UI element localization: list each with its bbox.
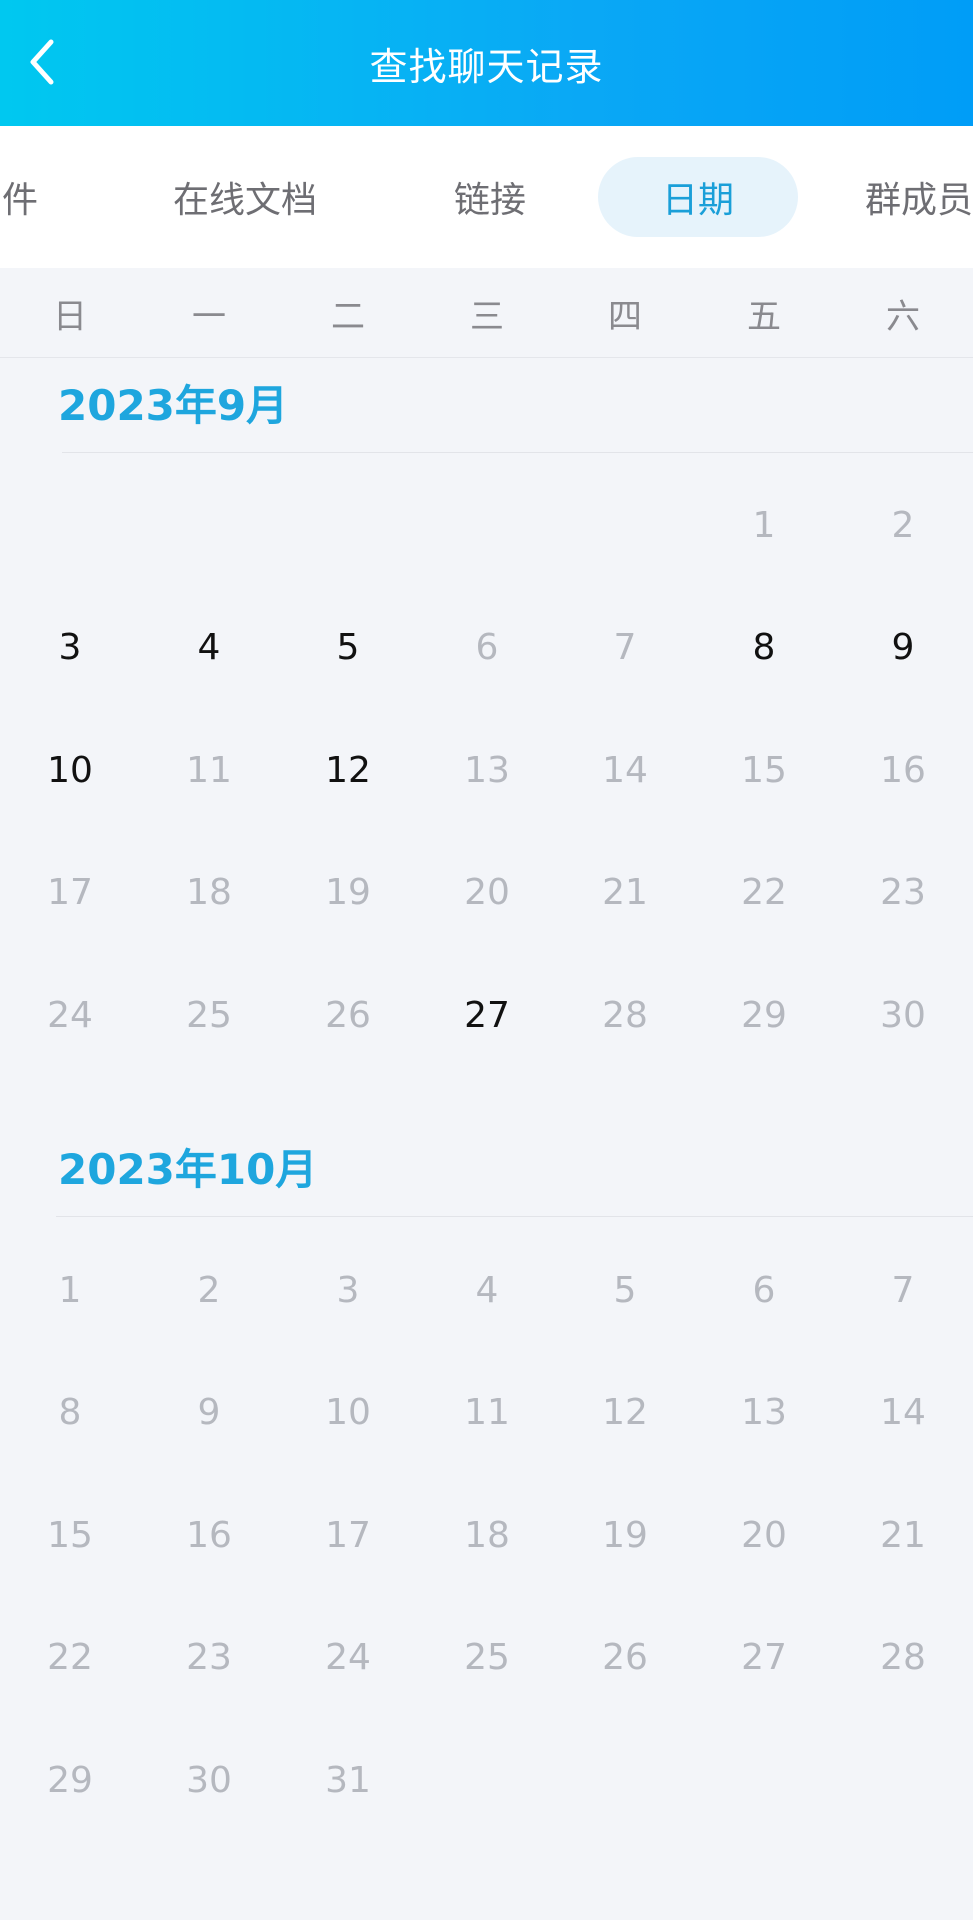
calendar-day: 21 [602,872,648,913]
calendar-day[interactable]: 4 [154,608,264,688]
calendar-day: 25 [464,1637,510,1678]
calendar-day: 8 [58,1392,82,1433]
calendar-day: 23 [880,872,926,913]
weekday-header: 日一二三四五六 [0,268,973,358]
page-title: 查找聊天记录 [369,44,604,89]
calendar-day: 1 [752,504,776,546]
calendar-day: 1 [58,1269,82,1311]
calendar-day: 22 [47,1637,93,1678]
calendar-day: 26 [325,994,371,1036]
calendar-day[interactable]: 3 [15,608,125,688]
weekday-label: 六 [886,296,920,337]
calendar-day: 21 [880,1514,926,1556]
calendar-day: 24 [325,1637,371,1678]
calendar-day: 22 [741,872,787,913]
calendar-day: 17 [47,872,93,913]
calendar-day: 18 [186,872,232,913]
calendar-day: 3 [336,1269,360,1311]
chat-history-date-page: 查找聊天记录 件 在线文档 链接 日期 群成员 日 一 二 三 四 五 六 2023年9月 1… [0,0,973,1920]
weekday-label: 四 [608,296,642,337]
calendar-day: 29 [741,994,787,1036]
calendar-day: 17 [325,1514,371,1556]
header-bar: 查找聊天记录 [0,0,973,126]
weekday-label: 二 [331,296,365,337]
calendar-day: 10 [325,1392,371,1433]
calendar-day: 14 [602,749,648,791]
calendar-day: 14 [880,1392,926,1433]
calendar-day: 12 [602,1392,648,1433]
calendar-day: 16 [880,749,926,791]
tab-links[interactable]: 链接 [430,157,550,237]
calendar-day: 6 [475,627,499,668]
calendar-day: 2 [891,504,915,546]
month-title: 2023年10月 [58,1145,318,1194]
calendar-day: 9 [197,1392,221,1433]
calendar-day: 11 [186,749,232,791]
calendar-day: 18 [464,1514,510,1556]
tab-date[interactable]: 日期 [598,157,798,237]
calendar-day: 2 [197,1269,221,1311]
calendar-day[interactable]: 5 [293,608,403,688]
chevron-left-icon [30,39,54,85]
calendar-day: 29 [47,1759,93,1801]
search-category-tabs: 件 在线文档 链接 日期 群成员 [0,126,973,268]
calendar-day: 26 [602,1637,648,1678]
calendar-day: 6 [752,1269,776,1311]
calendar-day: 15 [47,1514,93,1556]
calendar-day: 30 [186,1759,232,1801]
month-divider [56,1216,973,1217]
back-button[interactable] [14,28,70,96]
weekday-label: 三 [470,296,504,337]
calendar-day: 20 [741,1514,787,1556]
calendar-day: 28 [602,994,648,1036]
tab-group-members[interactable]: 群成员 [865,157,973,237]
calendar-day: 4 [475,1269,499,1311]
tab-files[interactable]: 件 [0,157,50,237]
calendar-day: 28 [880,1637,926,1678]
calendar-day: 19 [602,1514,648,1556]
calendar-day: 5 [613,1269,637,1311]
month-title: 2023年9月 [58,381,289,430]
calendar-day: 27 [741,1637,787,1678]
month-divider [62,452,973,453]
calendar-day: 25 [186,994,232,1036]
calendar-day: 16 [186,1514,232,1556]
calendar-day: 13 [464,749,510,791]
calendar-day: 13 [741,1392,787,1433]
calendar-day: 15 [741,749,787,791]
calendar-day: 7 [613,627,637,668]
tab-online-docs[interactable]: 在线文档 [150,157,340,237]
calendar-day: 30 [880,994,926,1036]
calendar-day: 20 [464,872,510,913]
calendar-day: 31 [325,1759,371,1801]
calendar-day[interactable]: 9 [848,608,958,688]
calendar-day: 19 [325,872,371,913]
calendar-day[interactable]: 10 [15,730,125,810]
calendar-day: 11 [464,1392,510,1433]
calendar-day[interactable]: 8 [709,608,819,688]
calendar-day: 24 [47,994,93,1036]
weekday-label: 五 [747,296,781,337]
calendar-day[interactable]: 27 [432,975,542,1055]
calendar-day: 7 [891,1269,915,1311]
calendar-day: 23 [186,1637,232,1678]
weekday-label: 一 [192,296,226,337]
calendar-day[interactable]: 12 [293,730,403,810]
weekday-label: 日 [53,296,87,337]
